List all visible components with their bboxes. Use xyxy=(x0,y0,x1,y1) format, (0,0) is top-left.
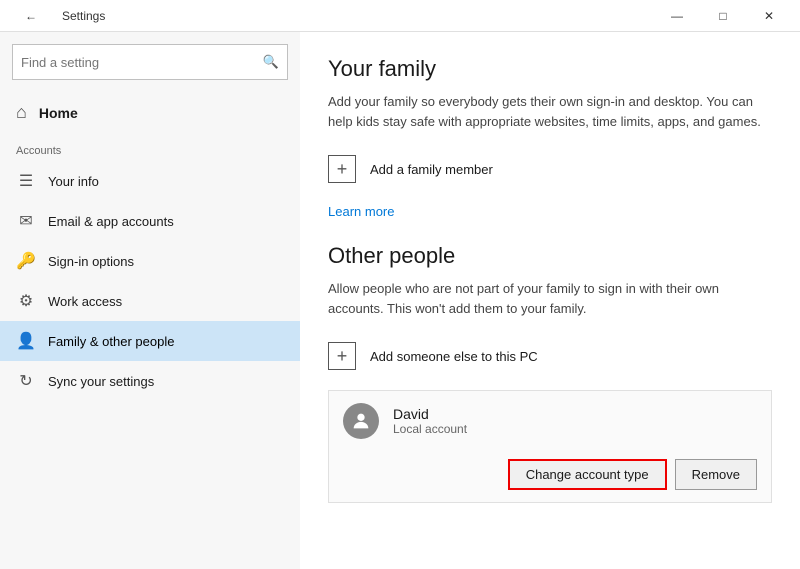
sidebar-item-sync[interactable]: ↻ Sync your settings xyxy=(0,361,300,401)
person-entry: David Local account Change account type … xyxy=(328,390,772,503)
sidebar: 🔍 ⌂ Home Accounts ☰ Your info ✉ Email & … xyxy=(0,32,300,569)
email-app-label: Email & app accounts xyxy=(48,214,174,229)
other-people-title: Other people xyxy=(328,243,772,269)
plus-icon: + xyxy=(328,155,356,183)
search-box[interactable]: 🔍 xyxy=(12,44,288,80)
sidebar-item-email-app[interactable]: ✉ Email & app accounts xyxy=(0,201,300,241)
add-family-label: Add a family member xyxy=(370,162,493,177)
avatar-icon xyxy=(350,410,372,432)
app-container: 🔍 ⌂ Home Accounts ☰ Your info ✉ Email & … xyxy=(0,32,800,569)
minimize-button[interactable]: — xyxy=(654,0,700,32)
add-family-member-button[interactable]: + Add a family member xyxy=(328,147,772,191)
content-area: Your family Add your family so everybody… xyxy=(300,32,800,569)
person-info: David Local account xyxy=(393,406,757,436)
your-info-label: Your info xyxy=(48,174,99,189)
other-people-desc: Allow people who are not part of your fa… xyxy=(328,279,768,318)
person-actions: Change account type Remove xyxy=(329,451,771,502)
home-label: Home xyxy=(39,105,78,121)
sidebar-item-work-access[interactable]: ⚙ Work access xyxy=(0,281,300,321)
title-bar-left: ← Settings xyxy=(8,0,654,32)
maximize-button[interactable]: □ xyxy=(700,0,746,32)
sync-icon: ↻ xyxy=(16,371,36,391)
your-info-icon: ☰ xyxy=(16,171,36,191)
person-name: David xyxy=(393,406,757,422)
home-icon: ⌂ xyxy=(16,102,27,123)
search-icon: 🔍 xyxy=(263,54,279,70)
family-label: Family & other people xyxy=(48,334,174,349)
add-other-plus-icon: + xyxy=(328,342,356,370)
family-icon: 👤 xyxy=(16,331,36,351)
work-access-icon: ⚙ xyxy=(16,291,36,311)
back-button[interactable]: ← xyxy=(8,0,54,32)
family-desc: Add your family so everybody gets their … xyxy=(328,92,768,131)
title-bar: ← Settings — □ ✕ xyxy=(0,0,800,32)
accounts-section-label: Accounts xyxy=(0,133,300,161)
learn-more-link[interactable]: Learn more xyxy=(328,204,394,219)
sign-in-icon: 🔑 xyxy=(16,251,36,271)
title-bar-title: Settings xyxy=(62,9,105,23)
sync-label: Sync your settings xyxy=(48,374,154,389)
add-other-label: Add someone else to this PC xyxy=(370,349,538,364)
remove-button[interactable]: Remove xyxy=(675,459,757,490)
person-header: David Local account xyxy=(329,391,771,451)
sidebar-item-sign-in[interactable]: 🔑 Sign-in options xyxy=(0,241,300,281)
family-title: Your family xyxy=(328,56,772,82)
person-type: Local account xyxy=(393,422,757,436)
add-other-person-button[interactable]: + Add someone else to this PC xyxy=(328,334,772,378)
change-account-type-button[interactable]: Change account type xyxy=(508,459,667,490)
home-item[interactable]: ⌂ Home xyxy=(0,92,300,133)
work-access-label: Work access xyxy=(48,294,122,309)
sidebar-item-family[interactable]: 👤 Family & other people xyxy=(0,321,300,361)
close-button[interactable]: ✕ xyxy=(746,0,792,32)
title-bar-controls: — □ ✕ xyxy=(654,0,792,32)
person-avatar xyxy=(343,403,379,439)
search-input[interactable] xyxy=(21,55,263,70)
email-icon: ✉ xyxy=(16,211,36,231)
sign-in-label: Sign-in options xyxy=(48,254,134,269)
sidebar-item-your-info[interactable]: ☰ Your info xyxy=(0,161,300,201)
